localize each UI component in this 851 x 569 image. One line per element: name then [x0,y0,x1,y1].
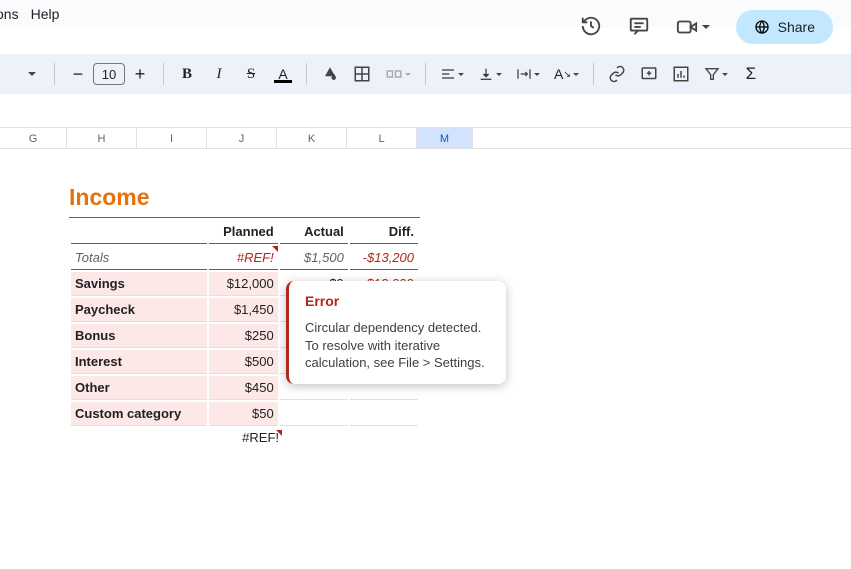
col-header-M[interactable]: M [417,128,473,148]
font-size-control: − 10 + [69,62,149,86]
strikethrough-button[interactable]: S [242,62,260,86]
share-label: Share [778,19,815,35]
cell-diff[interactable] [350,402,418,426]
totals-planned[interactable]: #REF! [209,246,278,270]
totals-diff[interactable]: -$13,200 [350,246,418,270]
rotate-text-button[interactable]: A↘ [554,62,579,86]
decrease-font[interactable]: − [69,62,87,86]
footer-ref[interactable]: #REF! [69,428,281,445]
income-title: Income [69,184,420,218]
meet-button[interactable] [676,16,710,38]
cell-planned[interactable]: $1,450 [209,298,278,322]
error-title: Error [305,293,490,309]
cell-label[interactable]: Custom category [71,402,207,426]
borders-button[interactable] [353,62,371,86]
cell-label[interactable]: Paycheck [71,298,207,322]
cell-label[interactable]: Savings [71,272,207,296]
share-button[interactable]: Share [736,10,833,44]
th-planned: Planned [209,220,278,244]
sheet-body: Income Planned Actual Diff. Totals #REF!… [0,149,851,569]
h-align-button[interactable] [440,62,464,86]
comment-icon[interactable] [628,15,650,40]
increase-font[interactable]: + [131,62,149,86]
menu-item[interactable]: ons [0,6,19,22]
link-button[interactable] [608,62,626,86]
th-diff: Diff. [350,220,418,244]
error-popover: Error Circular dependency detected. To r… [286,281,506,384]
menu-help[interactable]: Help [31,6,60,22]
toolbar: − 10 + B I S A A↘ Σ [0,54,851,94]
col-header-I[interactable]: I [137,128,207,148]
merge-button[interactable] [385,62,411,86]
fill-color-button[interactable] [321,62,339,86]
insert-chart-button[interactable] [672,62,690,86]
cell-planned[interactable]: $12,000 [209,272,278,296]
th-actual: Actual [280,220,348,244]
cell-planned[interactable]: $500 [209,350,278,374]
col-header-K[interactable]: K [277,128,347,148]
top-right-actions: Share [580,10,833,44]
cell-label[interactable]: Bonus [71,324,207,348]
col-header-J[interactable]: J [207,128,277,148]
col-header-L[interactable]: L [347,128,417,148]
error-message: Circular dependency detected. To resolve… [305,319,490,372]
totals-row: Totals #REF! $1,500 -$13,200 [71,246,418,270]
wrap-button[interactable] [516,62,540,86]
col-header-G[interactable]: G [0,128,67,148]
font-size-input[interactable]: 10 [93,63,125,85]
cell-planned[interactable]: $450 [209,376,278,400]
insert-comment-button[interactable] [640,62,658,86]
column-headers: GHIJKLM [0,127,851,149]
v-align-button[interactable] [478,62,502,86]
more-menu[interactable] [22,62,40,86]
table-row: Custom category$50 [71,402,418,426]
bold-button[interactable]: B [178,62,196,86]
functions-button[interactable]: Σ [742,62,760,86]
cell-label[interactable]: Interest [71,350,207,374]
cell-actual[interactable] [280,402,348,426]
totals-label: Totals [71,246,207,270]
filter-button[interactable] [704,62,728,86]
cell-label[interactable]: Other [71,376,207,400]
table-header-row: Planned Actual Diff. [71,220,418,244]
history-icon[interactable] [580,15,602,40]
totals-actual[interactable]: $1,500 [280,246,348,270]
cell-planned[interactable]: $50 [209,402,278,426]
cell-planned[interactable]: $250 [209,324,278,348]
globe-icon [754,19,770,35]
italic-button[interactable]: I [210,62,228,86]
col-header-H[interactable]: H [67,128,137,148]
text-color-button[interactable]: A [274,62,292,86]
